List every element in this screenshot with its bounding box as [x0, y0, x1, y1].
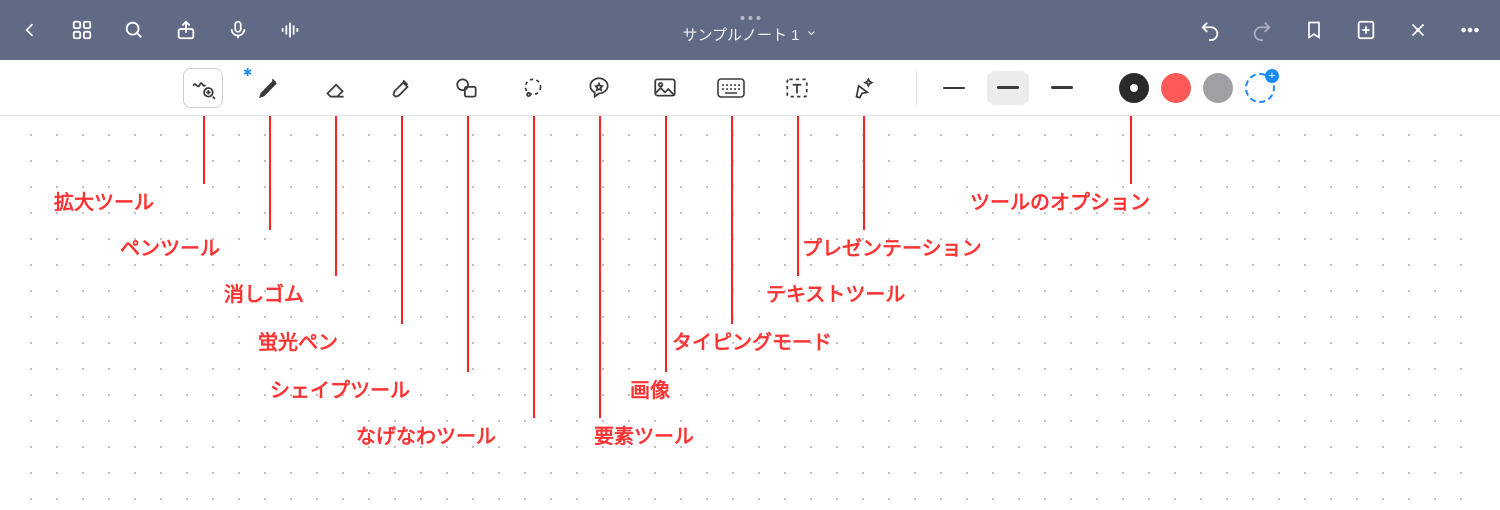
add-page-button[interactable]: [1352, 16, 1380, 44]
keyboard-icon: [717, 77, 745, 99]
document-title-dropdown[interactable]: サンプルノート 1: [682, 24, 817, 45]
image-icon: [652, 75, 678, 101]
tool-image[interactable]: [632, 66, 698, 110]
mic-icon: [227, 19, 249, 41]
search-icon: [123, 19, 145, 41]
chevron-down-icon: [806, 26, 818, 43]
highlighter-icon: [388, 75, 414, 101]
undo-icon: [1199, 19, 1221, 41]
bluetooth-icon: ✱: [243, 66, 252, 79]
back-button[interactable]: [16, 16, 44, 44]
tool-shape[interactable]: [434, 66, 500, 110]
redo-icon: [1251, 19, 1273, 41]
stroke-size-thin[interactable]: [933, 71, 975, 105]
grid-icon: [71, 19, 93, 41]
redo-button[interactable]: [1248, 16, 1276, 44]
tool-eraser[interactable]: [302, 66, 368, 110]
library-button[interactable]: [68, 16, 96, 44]
bookmark-icon: [1304, 19, 1324, 41]
stroke-size-thick[interactable]: [1041, 71, 1083, 105]
document-title: サンプルノート 1: [682, 24, 799, 45]
color-swatch-1[interactable]: [1119, 73, 1149, 103]
eraser-icon: [322, 75, 348, 101]
ellipsis-icon: [1459, 19, 1481, 41]
tool-highlighter[interactable]: [368, 66, 434, 110]
tool-zoom[interactable]: [170, 66, 236, 110]
color-swatch-3[interactable]: [1203, 73, 1233, 103]
sticker-icon: [586, 75, 612, 101]
chevron-left-icon: [20, 20, 40, 40]
zoom-scribble-icon: [190, 75, 216, 101]
editor-toolbar: ✱: [0, 60, 1500, 116]
undo-button[interactable]: [1196, 16, 1224, 44]
shapes-icon: [454, 75, 480, 101]
close-fullscreen-button[interactable]: [1404, 16, 1432, 44]
pen-icon: [256, 75, 282, 101]
tool-element[interactable]: [566, 66, 632, 110]
window-drag-handle[interactable]: [740, 16, 760, 20]
share-button[interactable]: [172, 16, 200, 44]
tool-pen[interactable]: ✱: [236, 66, 302, 110]
share-icon: [175, 19, 197, 41]
more-button[interactable]: [1456, 16, 1484, 44]
text-tool-icon: [784, 75, 810, 101]
audio-wave-button[interactable]: [276, 16, 304, 44]
add-page-icon: [1355, 19, 1377, 41]
tool-lasso[interactable]: [500, 66, 566, 110]
note-canvas[interactable]: [18, 116, 1482, 510]
mic-button[interactable]: [224, 16, 252, 44]
search-button[interactable]: [120, 16, 148, 44]
pointer-sparkle-icon: [850, 75, 876, 101]
add-color-button[interactable]: +: [1245, 73, 1275, 103]
lasso-icon: [520, 75, 546, 101]
tool-text[interactable]: [764, 66, 830, 110]
tool-presentation[interactable]: [830, 66, 896, 110]
bookmark-button[interactable]: [1300, 16, 1328, 44]
stroke-size-medium[interactable]: [987, 71, 1029, 105]
tool-typing[interactable]: [698, 66, 764, 110]
audio-wave-icon: [279, 19, 301, 41]
chevron-down-icon: [1127, 81, 1141, 95]
close-x-icon: [1407, 19, 1429, 41]
color-swatch-2[interactable]: [1161, 73, 1191, 103]
app-header: サンプルノート 1: [0, 0, 1500, 60]
tool-options: +: [916, 71, 1275, 105]
